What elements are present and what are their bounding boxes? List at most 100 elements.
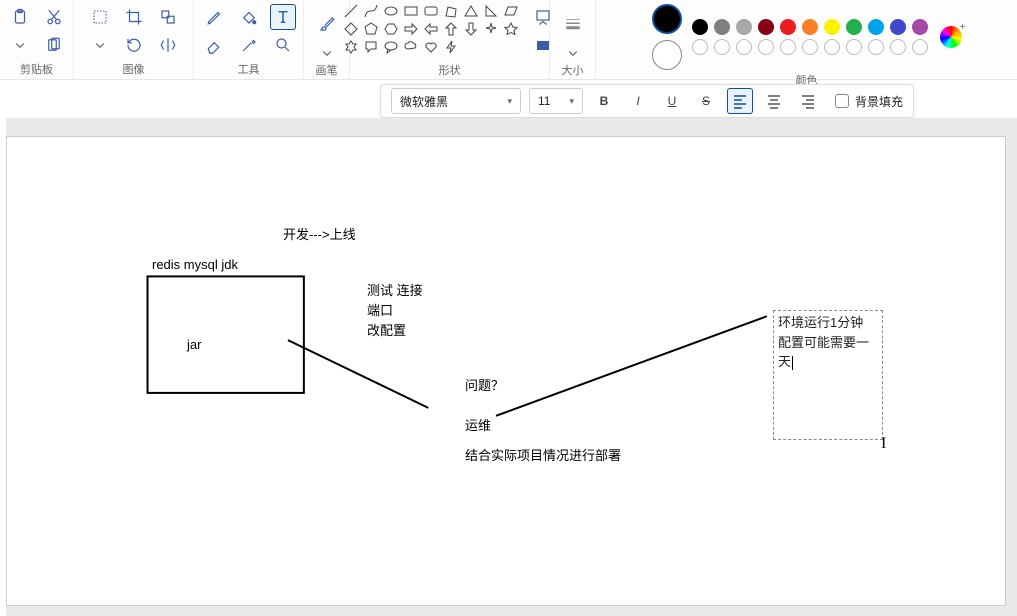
strike-button[interactable]: S: [693, 88, 719, 114]
font-size-value: 11: [538, 94, 550, 108]
color-swatch-empty[interactable]: [890, 39, 906, 55]
shape-polygon[interactable]: [444, 4, 458, 18]
shape-curve[interactable]: [364, 4, 378, 18]
color-swatch[interactable]: [824, 19, 840, 35]
rotate-tool[interactable]: [121, 32, 147, 58]
group-tools-label: 工具: [238, 59, 260, 77]
zoom-tool[interactable]: [270, 32, 296, 58]
text-tool[interactable]: [270, 4, 296, 30]
crop-tool[interactable]: [121, 4, 147, 30]
size-dropdown[interactable]: [560, 46, 586, 60]
brush-dropdown[interactable]: [314, 46, 340, 60]
color-primary[interactable]: [652, 4, 682, 34]
cut-button[interactable]: [41, 4, 67, 30]
shape-callout-rd[interactable]: [364, 40, 378, 54]
canvas-text: 结合实际项目情况进行部署: [465, 445, 621, 464]
bold-button[interactable]: B: [591, 88, 617, 114]
color-swatch-empty[interactable]: [824, 39, 840, 55]
bg-fill-toggle[interactable]: 背景填充: [835, 93, 903, 110]
pencil-tool[interactable]: [202, 4, 228, 30]
color-secondary[interactable]: [652, 40, 682, 70]
shape-arrowD[interactable]: [464, 22, 478, 36]
group-shapes: 形状: [350, 0, 550, 79]
shape-line[interactable]: [344, 4, 358, 18]
group-clipboard: 剪贴板: [0, 0, 74, 79]
color-palette: [692, 19, 930, 55]
paste-button[interactable]: [7, 4, 33, 30]
flip-tool[interactable]: [155, 32, 181, 58]
align-right-button[interactable]: [795, 88, 821, 114]
font-family-select[interactable]: 微软雅黑 ▾: [391, 88, 521, 114]
color-swatch[interactable]: [890, 19, 906, 35]
color-swatch-empty[interactable]: [868, 39, 884, 55]
shape-pent[interactable]: [364, 22, 378, 36]
chevron-down-icon: ▾: [507, 96, 512, 107]
resize-tool[interactable]: [155, 4, 181, 30]
group-clipboard-label: 剪贴板: [20, 59, 53, 77]
color-swatch[interactable]: [692, 19, 708, 35]
group-size: 大小: [550, 0, 596, 79]
canvas-text: redis mysql jdk: [152, 257, 238, 272]
color-swatch-empty[interactable]: [714, 39, 730, 55]
select-tool[interactable]: [87, 4, 113, 30]
stroke-size[interactable]: [560, 4, 586, 44]
color-swatch[interactable]: [736, 19, 752, 35]
color-swatch[interactable]: [846, 19, 862, 35]
color-swatch[interactable]: [912, 19, 928, 35]
shape-oval[interactable]: [384, 4, 398, 18]
color-swatch-empty[interactable]: [780, 39, 796, 55]
color-swatch-empty[interactable]: [758, 39, 774, 55]
edit-colors-button[interactable]: [940, 26, 962, 48]
workspace: 开发--->上线 redis mysql jdk jar 测试 连接 端口 改配…: [6, 118, 1017, 616]
shape-star5[interactable]: [504, 22, 518, 36]
canvas-text: 测试 连接: [367, 280, 423, 299]
color-swatch[interactable]: [714, 19, 730, 35]
align-left-button[interactable]: [727, 88, 753, 114]
group-image-label: 图像: [123, 59, 145, 77]
bg-fill-label: 背景填充: [855, 93, 903, 110]
color-swatch-empty[interactable]: [692, 39, 708, 55]
group-brush-label: 画笔: [316, 60, 338, 78]
copy-button[interactable]: [41, 32, 67, 58]
shape-rect[interactable]: [404, 4, 418, 18]
color-swatch-empty[interactable]: [802, 39, 818, 55]
shape-diamond[interactable]: [344, 22, 358, 36]
shape-cloud[interactable]: [404, 40, 418, 54]
eyedropper-tool[interactable]: [236, 32, 262, 58]
font-size-select[interactable]: 11 ▾: [529, 88, 583, 114]
active-text-box[interactable]: 环境运行1分钟 配置可能需要一天: [773, 310, 883, 440]
align-center-button[interactable]: [761, 88, 787, 114]
text-cursor-icon: [881, 435, 893, 453]
fill-tool[interactable]: [236, 4, 262, 30]
color-swatch[interactable]: [868, 19, 884, 35]
shape-heart[interactable]: [424, 40, 438, 54]
canvas-text: jar: [187, 337, 201, 352]
shape-hex[interactable]: [384, 22, 398, 36]
color-swatch-empty[interactable]: [846, 39, 862, 55]
brush-tool[interactable]: [314, 4, 340, 44]
shapes-gallery[interactable]: [344, 4, 520, 54]
canvas[interactable]: 开发--->上线 redis mysql jdk jar 测试 连接 端口 改配…: [6, 136, 1006, 606]
underline-button[interactable]: U: [659, 88, 685, 114]
shape-arrowR[interactable]: [404, 22, 418, 36]
paste-dropdown[interactable]: [7, 32, 33, 58]
shape-callout-ov[interactable]: [384, 40, 398, 54]
shape-rtriangle[interactable]: [484, 4, 498, 18]
shape-triangle[interactable]: [464, 4, 478, 18]
color-swatch-empty[interactable]: [912, 39, 928, 55]
select-dropdown[interactable]: [87, 32, 113, 58]
color-swatch-empty[interactable]: [736, 39, 752, 55]
shape-star4[interactable]: [484, 22, 498, 36]
shape-star6[interactable]: [344, 40, 358, 54]
shape-bolt[interactable]: [444, 40, 458, 54]
color-swatch[interactable]: [802, 19, 818, 35]
shape-arrowU[interactable]: [444, 22, 458, 36]
shape-arrowL[interactable]: [424, 22, 438, 36]
eraser-tool[interactable]: [202, 32, 228, 58]
color-swatch[interactable]: [780, 19, 796, 35]
italic-button[interactable]: I: [625, 88, 651, 114]
shape-roundrect[interactable]: [424, 4, 438, 18]
canvas-text: 问题？: [465, 375, 504, 394]
shape-para[interactable]: [504, 4, 518, 18]
color-swatch[interactable]: [758, 19, 774, 35]
